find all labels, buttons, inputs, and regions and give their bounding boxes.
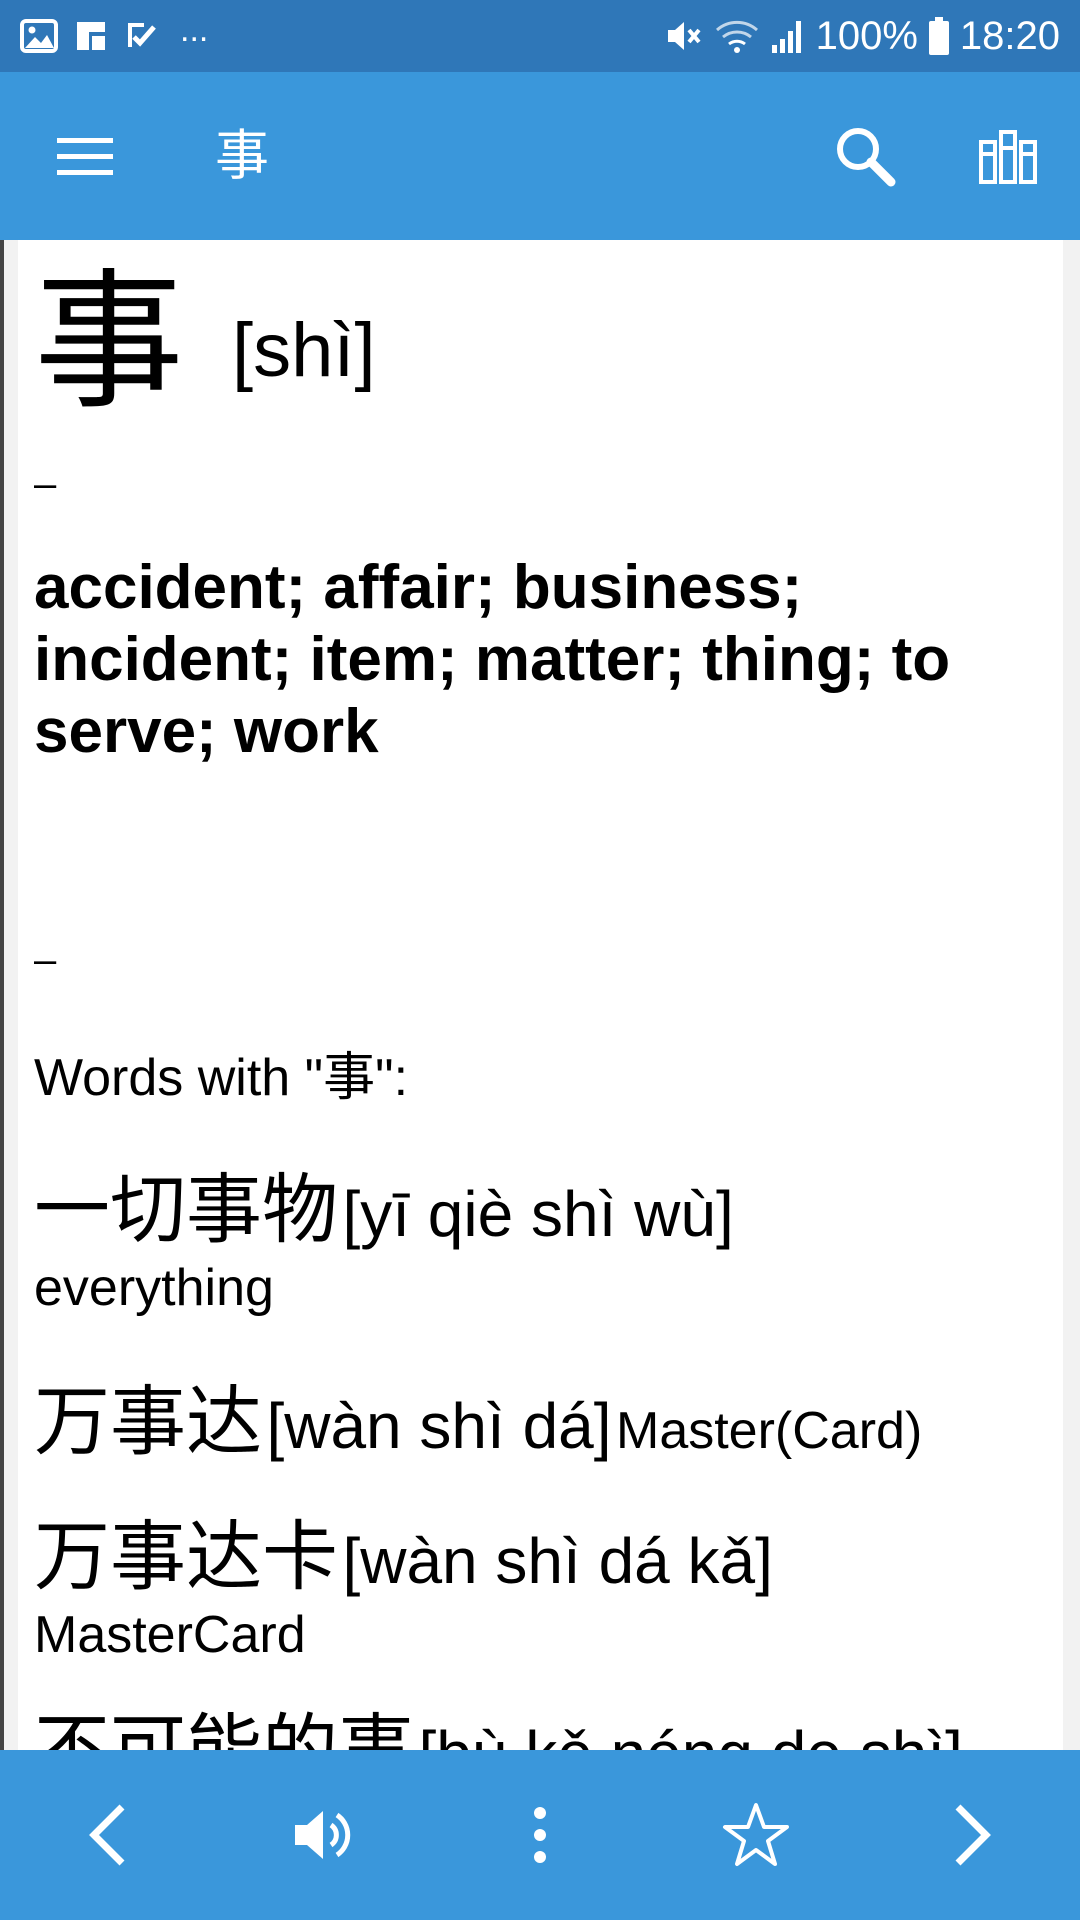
search-icon	[837, 128, 896, 187]
status-bar: ... 100% 18:20	[0, 0, 1080, 72]
word-pinyin: [wàn shì dá kǎ]	[342, 1525, 773, 1597]
word-hanzi: 万事达	[34, 1377, 262, 1466]
more-options-button[interactable]	[470, 1750, 610, 1920]
word-entry[interactable]: 万事达卡 [wàn shì dá kǎ] MasterCard	[34, 1495, 1044, 1665]
word-pinyin: [bù kě néng de shì]	[418, 1718, 962, 1750]
notification-icons: ...	[20, 11, 208, 56]
previous-button[interactable]	[38, 1750, 178, 1920]
word-hanzi: 一切事物	[34, 1165, 338, 1254]
battery-percentage: 100%	[815, 13, 918, 58]
word-hanzi: 万事达卡	[34, 1512, 338, 1601]
words-heading: Words with "事":	[34, 1049, 409, 1107]
search-button[interactable]	[810, 72, 920, 240]
word-entry[interactable]: 一切事物 [yī qiè shì wù] everything	[34, 1148, 1044, 1318]
entry-header: 事 [shì]	[34, 268, 376, 418]
favorite-button[interactable]	[686, 1750, 826, 1920]
bottom-toolbar	[0, 1750, 1080, 1920]
app-notification-icon	[77, 22, 105, 50]
menu-icon	[57, 138, 113, 175]
headword: 事	[34, 256, 185, 430]
content-edge	[0, 240, 4, 1750]
headword-pinyin: [shì]	[232, 308, 376, 393]
task-notification-icon	[128, 23, 156, 47]
image-notification-icon	[20, 19, 58, 53]
separator: –	[34, 938, 57, 982]
clock: 18:20	[959, 13, 1060, 58]
star-icon	[723, 1803, 789, 1866]
definition: accident; affair; business; incident; it…	[34, 553, 951, 766]
more-notifications-indicator: ...	[180, 10, 209, 49]
word-entry[interactable]: 万事达 [wàn shì dá] Master(Card)	[34, 1360, 1044, 1470]
back-arrow-icon	[89, 1804, 125, 1866]
dictionaries-button[interactable]	[953, 72, 1063, 240]
page-title: 事	[215, 124, 269, 187]
word-entry[interactable]: 不可能的事 [bù kě néng de shì]	[34, 1688, 1044, 1750]
word-hanzi: 不可能的事	[34, 1705, 414, 1750]
books-icon	[979, 130, 1037, 184]
mute-icon	[667, 22, 701, 50]
app-bar: 事	[0, 72, 1080, 240]
word-pinyin: [yī qiè shì wù]	[342, 1178, 734, 1250]
word-meaning: everything	[34, 1259, 274, 1317]
battery-icon	[928, 17, 949, 55]
word-meaning: MasterCard	[34, 1606, 306, 1664]
separator: –	[34, 462, 57, 506]
wifi-icon	[715, 20, 758, 53]
speaker-icon	[295, 1811, 351, 1859]
forward-arrow-icon	[955, 1804, 991, 1866]
system-icons: 100% 18:20	[664, 14, 1060, 59]
signal-icon	[771, 21, 801, 53]
next-button[interactable]	[902, 1750, 1042, 1920]
more-vert-icon	[534, 1807, 546, 1863]
entry-content[interactable]: 事 [shì] – accident; affair; business; in…	[18, 240, 1063, 1750]
menu-button[interactable]	[30, 72, 140, 240]
word-meaning: Master(Card)	[616, 1402, 923, 1460]
pronounce-button[interactable]	[254, 1750, 394, 1920]
word-pinyin: [wàn shì dá]	[266, 1390, 612, 1462]
